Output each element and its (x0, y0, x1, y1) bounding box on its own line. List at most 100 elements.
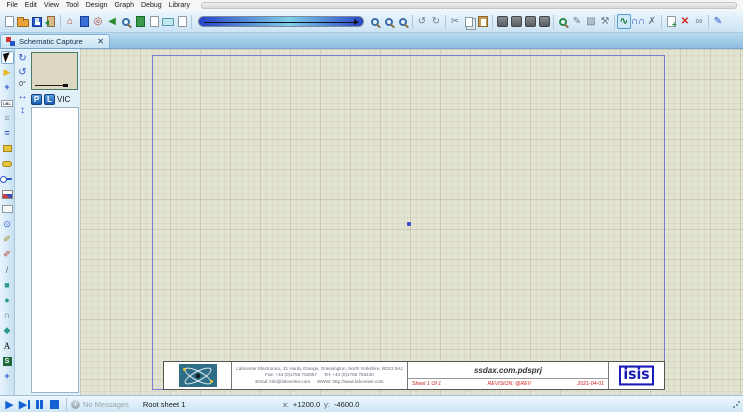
mirror-horizontal-icon[interactable]: ↔ (18, 90, 28, 103)
menu-edit[interactable]: Edit (21, 2, 40, 9)
2d-line-icon[interactable]: / (1, 264, 14, 277)
2d-path-icon[interactable]: ◆ (1, 324, 14, 337)
component-mode-icon[interactable]: ▶ (1, 66, 14, 79)
menu-design[interactable]: Design (82, 2, 111, 9)
menu-tool[interactable]: Tool (62, 2, 82, 9)
menu-debug[interactable]: Debug (138, 2, 166, 9)
step-button[interactable]: ▶ (17, 398, 32, 411)
rotate-cw-icon[interactable]: ↻ (18, 52, 26, 65)
schematic-canvas[interactable]: Labcenter Electronics, 21 Hardy Grange, … (80, 49, 743, 395)
pick-devices-button[interactable]: P (31, 94, 42, 105)
block-copy-icon[interactable] (495, 14, 509, 29)
terminal-mode-icon[interactable] (1, 157, 14, 170)
rotation-angle: 0° (19, 80, 26, 89)
new-project-icon[interactable] (2, 14, 16, 29)
script-icon[interactable] (147, 14, 161, 29)
resize-grip[interactable] (733, 401, 740, 408)
undo-icon[interactable]: ↺ (415, 14, 429, 29)
document-icon[interactable] (175, 14, 189, 29)
tool-cross-icon[interactable]: ✗ (645, 14, 659, 29)
back-icon[interactable]: ◀ (105, 14, 119, 29)
play-button[interactable]: ▶ (2, 398, 17, 411)
find-icon[interactable] (119, 14, 133, 29)
bom-icon[interactable] (133, 14, 147, 29)
pick-parts-icon[interactable] (556, 14, 570, 29)
tab-bar: Schematic Capture ✕ (0, 33, 743, 49)
close-project-icon[interactable] (44, 14, 58, 29)
bus-mode-icon[interactable]: = (1, 127, 14, 140)
block-move-icon[interactable] (509, 14, 523, 29)
save-project-icon[interactable] (30, 14, 44, 29)
wire-label-mode-icon[interactable]: LBL (1, 97, 14, 110)
zoom-slider[interactable] (198, 16, 364, 27)
design-tool-icon[interactable]: ▨ (584, 14, 598, 29)
wire-autoroute-icon[interactable]: ∿ (617, 14, 631, 29)
goto-sheet-icon[interactable]: ∞ (692, 14, 706, 29)
tab-schematic-capture[interactable]: Schematic Capture ✕ (0, 34, 110, 48)
address-www: WWW: http://www.labcenter.com (317, 379, 384, 385)
bus-tool-icon[interactable]: ∩∩ (631, 14, 645, 29)
copy-icon[interactable] (462, 14, 476, 29)
menu-graph[interactable]: Graph (111, 2, 137, 9)
tape-recorder-mode-icon[interactable] (1, 203, 14, 216)
schematic-capture-icon[interactable] (77, 14, 91, 29)
isis-logo-cell: isis (609, 362, 664, 389)
2d-box-icon[interactable]: ■ (1, 279, 14, 292)
remove-sheet-icon[interactable]: ✕ (678, 14, 692, 29)
generator-mode-icon[interactable]: ⊙ (1, 218, 14, 231)
property-assignment-icon[interactable]: ✎ (570, 14, 584, 29)
2d-arc-icon[interactable]: ∩ (1, 309, 14, 322)
mirror-vertical-icon[interactable]: ↕ (20, 104, 25, 117)
voltage-probe-mode-icon[interactable]: ✐ (1, 233, 14, 246)
block-delete-icon[interactable] (537, 14, 551, 29)
zoom-sheet-icon[interactable] (396, 14, 410, 29)
toolbar-separator (412, 15, 413, 29)
message-status[interactable]: No Messages (83, 400, 129, 409)
paste-icon[interactable] (476, 14, 490, 29)
2d-text-icon[interactable]: A (1, 340, 14, 353)
minimap-block (63, 84, 68, 87)
toolbar-separator (60, 15, 61, 29)
pause-button[interactable] (32, 398, 47, 411)
current-probe-mode-icon[interactable]: ✐ (1, 248, 14, 261)
menu-library[interactable]: Library (165, 2, 193, 9)
text-script-mode-icon[interactable]: ≡ (1, 112, 14, 125)
new-sheet-icon[interactable]: + (664, 14, 678, 29)
open-project-icon[interactable] (16, 14, 30, 29)
2d-marker-icon[interactable]: + (1, 370, 14, 383)
tab-close-icon[interactable]: ✕ (97, 37, 104, 46)
hammer-icon[interactable]: ⚒ (598, 14, 612, 29)
tab-label: Schematic Capture (19, 37, 83, 46)
redo-icon[interactable]: ↻ (429, 14, 443, 29)
overview-minimap[interactable] (31, 52, 78, 90)
home-page-icon[interactable]: ⌂ (63, 14, 77, 29)
zoom-area-icon[interactable] (382, 14, 396, 29)
junction-dot-mode-icon[interactable]: + (1, 81, 14, 94)
rotate-ccw-icon[interactable]: ↺ (18, 66, 26, 79)
graph-mode-icon[interactable] (1, 188, 14, 201)
object-selector-header: P L VIC (31, 94, 70, 105)
message-info-icon[interactable]: i (71, 400, 80, 409)
y-value: -4600.0 (334, 400, 359, 409)
toolbar-separator (445, 15, 446, 29)
cursor-coordinates: x: +1200.0 y: -4600.0 (283, 396, 359, 412)
zoom-out-icon[interactable] (368, 14, 382, 29)
block-rotate-icon[interactable] (523, 14, 537, 29)
pcb-layout-icon[interactable]: ◎ (91, 14, 105, 29)
notes-icon[interactable] (161, 14, 175, 29)
object-list[interactable] (31, 107, 79, 393)
design-notes-icon[interactable]: ✎ (711, 14, 725, 29)
2d-circle-icon[interactable]: ● (1, 294, 14, 307)
menu-view[interactable]: View (40, 2, 62, 9)
cut-icon[interactable]: ✂ (448, 14, 462, 29)
stop-button[interactable] (47, 398, 62, 411)
device-pin-mode-icon[interactable] (1, 173, 14, 186)
design-info-cell: ssdax.com.pdsprj Sheet 1 Of 1 REVISION: … (408, 362, 609, 389)
library-manager-button[interactable]: L (44, 94, 55, 105)
address-email: Email: info@labcenter.com (255, 379, 310, 385)
2d-symbol-icon[interactable]: S (1, 355, 14, 368)
x-label: x: (283, 400, 289, 409)
menu-file[interactable]: File (3, 2, 21, 9)
subcircuit-mode-icon[interactable] (1, 142, 14, 155)
selection-pointer-icon[interactable] (1, 51, 14, 64)
